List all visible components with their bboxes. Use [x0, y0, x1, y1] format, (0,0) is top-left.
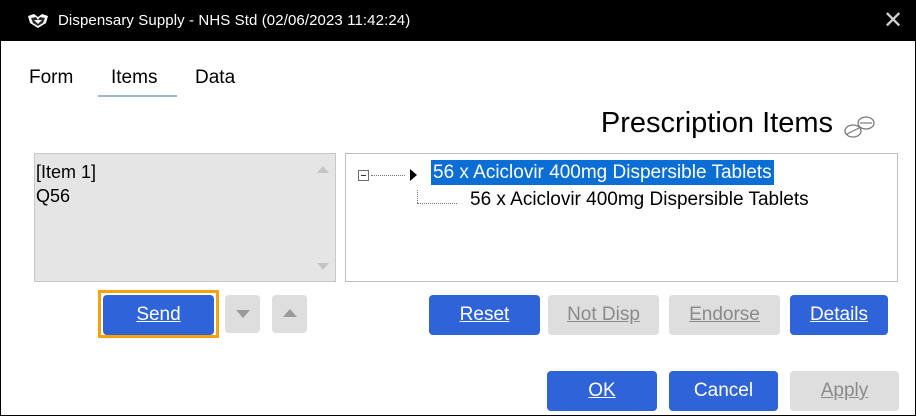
current-item-pointer-icon: [410, 169, 417, 181]
move-down-button[interactable]: [225, 295, 260, 333]
menu-data[interactable]: Data: [195, 67, 235, 89]
page-title: Prescription Items: [600, 107, 833, 139]
move-up-button[interactable]: [272, 295, 307, 333]
tree-item-child[interactable]: 56 x Aciclovir 400mg Dispersible Tablets: [470, 189, 809, 211]
tree-collapse-icon[interactable]: [358, 170, 369, 181]
pills-icon: [844, 116, 875, 138]
endorse-button-label: Endorse: [689, 304, 760, 325]
apply-button-label: Apply: [820, 380, 869, 401]
shield-crest-icon: [28, 14, 48, 28]
endorse-button[interactable]: Endorse: [669, 295, 780, 335]
ok-button[interactable]: OK: [547, 371, 657, 411]
send-button[interactable]: Send: [103, 295, 214, 335]
send-button-label: Send: [136, 304, 181, 325]
details-button[interactable]: Details: [790, 295, 888, 335]
title-bar: Dispensary Supply - NHS Std (02/06/2023 …: [1, 1, 915, 41]
details-button-label: Details: [809, 304, 869, 325]
cancel-button-label: Cancel: [693, 380, 754, 401]
dispensary-supply-window: Dispensary Supply - NHS Std (02/06/2023 …: [0, 0, 916, 416]
active-menu-indicator: [98, 95, 177, 97]
chevron-up-icon: [283, 309, 297, 317]
close-icon[interactable]: ✕: [883, 9, 903, 33]
menu-form[interactable]: Form: [29, 67, 73, 89]
tree-item-parent[interactable]: 56 x Aciclovir 400mg Dispersible Tablets: [431, 160, 774, 185]
tree-connector: [417, 203, 457, 204]
not-disp-button[interactable]: Not Disp: [548, 295, 659, 335]
tree-connector: [371, 175, 405, 176]
item-number-label: [Item 1]: [36, 162, 97, 182]
reset-button-label: Reset: [459, 304, 510, 325]
not-disp-button-label: Not Disp: [567, 304, 640, 325]
scroll-up-icon[interactable]: [317, 166, 329, 173]
window-title: Dispensary Supply - NHS Std (02/06/2023 …: [58, 12, 411, 29]
item-summary-list[interactable]: [Item 1] Q56: [34, 153, 336, 282]
reset-button[interactable]: Reset: [429, 295, 540, 335]
menu-items[interactable]: Items: [111, 67, 157, 89]
scroll-down-icon[interactable]: [317, 263, 329, 270]
ok-button-label: OK: [588, 380, 616, 401]
chevron-down-icon: [236, 310, 250, 318]
apply-button[interactable]: Apply: [790, 371, 899, 411]
prescription-items-tree[interactable]: 56 x Aciclovir 400mg Dispersible Tablets…: [345, 153, 898, 282]
tree-connector: [417, 190, 418, 203]
vertical-scrollbar[interactable]: [311, 154, 335, 281]
cancel-button[interactable]: Cancel: [669, 371, 778, 411]
item-quantity-label: Q56: [36, 186, 71, 206]
